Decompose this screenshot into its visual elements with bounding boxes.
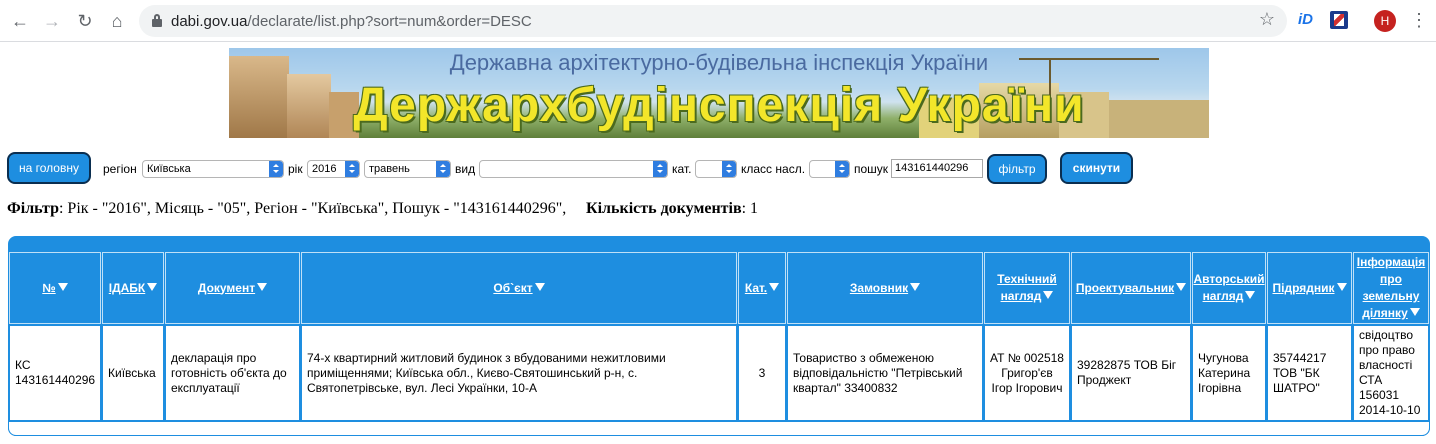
column-header-document[interactable]: Документ — [165, 252, 300, 324]
class-label: класс насл. — [741, 162, 806, 176]
table-cell-land-info: свідоцтво про право власності СТА 156031… — [1353, 325, 1429, 421]
column-header-land-info[interactable]: Інформація про земельну ділянку — [1353, 252, 1429, 324]
column-header-idabk[interactable]: ІДАБК — [102, 252, 164, 324]
document-count: Кількість документів: 1 — [586, 200, 758, 218]
month-select[interactable]: травень — [364, 160, 451, 178]
bookmark-star-icon[interactable]: ☆ — [1259, 9, 1275, 30]
class-select[interactable] — [809, 160, 850, 178]
document-count-value: : 1 — [741, 200, 759, 217]
site-banner: Державна архітектурно-будівельна інспекц… — [229, 48, 1209, 138]
lock-icon — [152, 14, 162, 27]
sort-down-icon — [1336, 282, 1347, 291]
home-button[interactable]: на головну — [7, 152, 91, 184]
table-cell-object: 74-х квартирний житловий будинок з вбудо… — [301, 325, 737, 421]
type-select[interactable] — [479, 160, 668, 178]
column-header-category[interactable]: Кат. — [738, 252, 786, 324]
results-table-footer — [8, 422, 1430, 436]
banner-subtitle: Державна архітектурно-будівельна інспекц… — [449, 50, 989, 75]
select-arrows-icon — [436, 161, 450, 177]
url-host: dabi.gov.ua — [171, 13, 248, 30]
select-arrows-icon — [722, 161, 736, 177]
column-header-number[interactable]: № — [9, 252, 101, 324]
column-header-label: Об`єкт — [493, 280, 533, 295]
column-header-label: ІДАБК — [108, 280, 146, 295]
select-arrows-icon — [345, 161, 359, 177]
back-arrow-icon[interactable]: ← — [9, 10, 31, 32]
banner-title: Держархбудінспекція України — [353, 79, 1085, 132]
reload-icon[interactable]: ↻ — [74, 10, 96, 32]
column-header-label: Підрядник — [1272, 280, 1335, 295]
reset-button[interactable]: скинути — [1060, 152, 1133, 184]
filter-summary-text: : Рік - "2016", Місяць - "05", Регіон - … — [58, 200, 567, 217]
table-cell-designer: 39282875 ТОВ Біг Проджект — [1071, 325, 1191, 421]
column-header-label: Замовник — [849, 280, 909, 295]
year-select[interactable]: 2016 — [307, 160, 360, 178]
table-cell-document: декларація про готовність об'єкта до екс… — [165, 325, 300, 421]
table-cell-customer: Товариство з обмеженою відповідальністю … — [787, 325, 983, 421]
sort-down-icon — [534, 282, 545, 291]
month-select-value: травень — [369, 163, 410, 175]
category-select[interactable] — [695, 160, 737, 178]
document-count-label: Кількість документів — [586, 200, 742, 217]
column-header-customer[interactable]: Замовник — [787, 252, 983, 324]
browser-toolbar: ← → ↻ ⌂ dabi.gov.ua/declarate/list.php?s… — [0, 0, 1436, 42]
profile-avatar[interactable]: H — [1374, 10, 1396, 32]
sort-down-icon — [1409, 308, 1420, 316]
table-cell-category: 3 — [738, 325, 786, 421]
search-input[interactable]: 143161440296 — [891, 159, 983, 178]
url-text[interactable]: dabi.gov.ua/declarate/list.php?sort=num&… — [171, 13, 532, 30]
category-label: кат. — [672, 162, 692, 176]
sort-down-icon — [1043, 291, 1054, 299]
column-header-label: № — [42, 280, 56, 295]
type-label: вид — [455, 162, 476, 176]
region-select[interactable]: Київська — [142, 160, 284, 178]
table-cell-author-supervision: Чугунова Катерина Ігорівна — [1192, 325, 1266, 421]
sort-down-icon — [769, 282, 780, 291]
sort-down-icon — [910, 282, 921, 291]
home-icon[interactable]: ⌂ — [106, 10, 128, 32]
column-header-label: Проектувальник — [1075, 280, 1175, 295]
menu-kebab-icon[interactable]: ⋮ — [1410, 9, 1428, 31]
address-bar[interactable]: dabi.gov.ua/declarate/list.php?sort=num&… — [139, 5, 1287, 37]
column-header-object[interactable]: Об`єкт — [301, 252, 737, 324]
table-cell-tech-supervision: АТ № 002518 Григор'єв Ігор Ігорович — [984, 325, 1070, 421]
table-cell-idabk: Київська — [102, 325, 164, 421]
column-header-tech-supervision[interactable]: Технічний нагляд — [984, 252, 1070, 324]
table-cell-number: КС 143161440296 — [9, 325, 101, 421]
column-header-designer[interactable]: Проектувальник — [1071, 252, 1191, 324]
forward-arrow-icon[interactable]: → — [41, 10, 63, 32]
column-header-label: Кат. — [744, 280, 768, 295]
sort-down-icon — [57, 282, 68, 291]
table-cell-contractor: 35744217 ТОВ "БК ШАТРО" — [1267, 325, 1352, 421]
select-arrows-icon — [653, 161, 667, 177]
extension-flag-icon[interactable] — [1330, 11, 1348, 29]
column-header-contractor[interactable]: Підрядник — [1267, 252, 1352, 324]
search-label: пошук — [854, 162, 889, 176]
filter-summary: Фільтр: Рік - "2016", Місяць - "05", Рег… — [7, 200, 566, 218]
sort-down-icon — [1245, 291, 1256, 299]
select-arrows-icon — [269, 161, 283, 177]
url-path: /declarate/list.php?sort=num&order=DESC — [247, 13, 532, 30]
select-arrows-icon — [835, 161, 849, 177]
year-select-value: 2016 — [312, 163, 337, 175]
region-label: регіон — [103, 162, 137, 176]
column-header-author-supervision[interactable]: Авторський нагляд — [1192, 252, 1266, 324]
filter-summary-label: Фільтр — [7, 200, 59, 217]
sort-down-icon — [257, 282, 268, 291]
sort-down-icon — [147, 282, 158, 291]
column-header-label: Документ — [197, 280, 256, 295]
sort-down-icon — [1176, 282, 1187, 291]
filter-button[interactable]: фільтр — [987, 154, 1047, 184]
extension-id-icon[interactable]: iD — [1298, 11, 1313, 28]
region-select-value: Київська — [147, 163, 191, 175]
year-label: рік — [288, 162, 303, 176]
